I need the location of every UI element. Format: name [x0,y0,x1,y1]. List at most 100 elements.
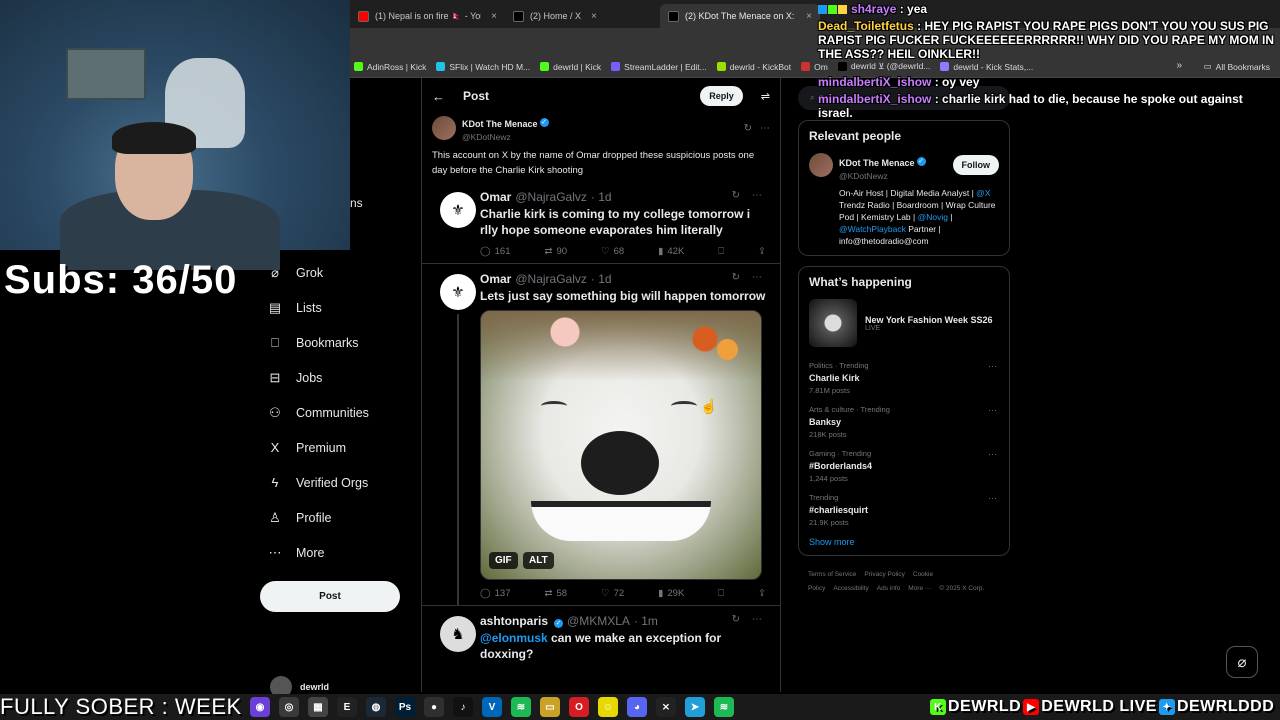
avatar[interactable]: ♞ [440,616,476,652]
trend-item[interactable]: Trending #charliesquirt 21.9K posts ··· [809,493,999,527]
chat-username[interactable]: mindalbertiX_ishow [818,92,931,106]
obs-icon[interactable]: ● [424,697,444,717]
footer-link[interactable]: © 2025 X Corp. [939,585,984,592]
reply-action[interactable]: ◯ 137 [480,588,511,599]
footer-link[interactable]: Privacy Policy [864,571,904,578]
avatar[interactable]: ⚜ [440,274,476,310]
tiktok-icon[interactable]: ♪ [453,697,473,717]
bookmark-item[interactable]: SFlix | Watch HD M... [436,62,530,72]
close-icon[interactable]: × [806,11,812,22]
nav-item-premium[interactable]: X Premium [260,430,420,465]
bookmark-item[interactable]: AdinRoss | Kick [354,62,426,72]
views-action[interactable]: ▮ 42K [658,246,684,257]
more-options-icon[interactable]: ··· [988,405,997,415]
close-icon[interactable]: × [491,11,497,22]
alt-badge[interactable]: ALT [523,552,554,569]
nav-item-more[interactable]: ⋯ More [260,535,420,570]
post-time[interactable]: · 1m [634,614,658,628]
telegram-icon[interactable]: ➤ [685,697,705,717]
trend-item[interactable]: Arts & culture · Trending Banksy 218K post… [809,405,999,439]
author-handle[interactable]: @MKMXLA [567,614,630,628]
like-action[interactable]: ♡ 68 [601,246,624,257]
chat-username[interactable]: sh4raye [851,2,896,16]
post-time[interactable]: · 1d [591,190,612,204]
nav-item-grok[interactable]: ⌀ Grok [260,255,420,290]
browser-tab[interactable]: (2) KDot The Menace on X: "Th × [660,4,820,28]
more-options-icon[interactable]: ··· [988,449,997,459]
close-icon[interactable]: × [591,11,597,22]
quoted-post[interactable]: ⚜ ↻ ⋯ Omar @NajraGalvz · 1d Lets just say… [422,263,780,605]
store-icon[interactable]: ▦ [308,697,328,717]
bookmark-item[interactable]: dewrld - KickBot [716,62,791,72]
quoted-post[interactable]: ⚜ ↻ ⋯ Omar @NajraGalvz · 1d Charlie kirk … [422,182,780,263]
trend-item[interactable]: Politics · Trending Charlie Kirk 7.81M pos… [809,361,999,395]
person-name[interactable]: KDot The Menace [839,158,915,168]
nav-item-bookmarks[interactable]: ⎕ Bookmarks [260,325,420,360]
avatar[interactable] [809,153,833,177]
bookmark-item[interactable]: dewrld | Kick [540,62,601,72]
reply-action[interactable]: ◯ 161 [480,246,511,257]
grok-icon[interactable]: ↻ [732,614,740,625]
show-more-link[interactable]: Show more [809,537,999,547]
reply-post[interactable]: ♞ ↻ ⋯ ashtonparis ✓ @MKMXLA · 1m @elonmus… [422,605,780,668]
share-action[interactable]: ⇪ [758,588,766,599]
post-time[interactable]: · 1d [591,272,612,286]
avatar[interactable]: ⚜ [440,192,476,228]
nav-item-jobs[interactable]: ⊟ Jobs [260,360,420,395]
snapchat-icon[interactable]: ☺ [598,697,618,717]
like-action[interactable]: ♡ 72 [601,588,624,599]
opera-icon[interactable]: O [569,697,589,717]
grok-icon[interactable]: ↻ [732,272,740,283]
reply-button[interactable]: Reply [700,86,743,106]
bio-mention-link[interactable]: @Novig [918,212,948,222]
nav-item-profile[interactable]: ♙ Profile [260,500,420,535]
avatar[interactable] [432,116,456,140]
bookmark-action[interactable]: ⎕ [718,588,724,599]
bio-mention-link[interactable]: @X [976,188,990,198]
bookmark-action[interactable]: ⎕ [718,246,724,257]
footer-link[interactable]: Terms of Service [808,571,856,578]
gif-badge[interactable]: GIF [489,552,518,569]
person-suggestion[interactable]: KDot The Menace ✓ @KDotNewz On-Air Host |… [809,153,999,247]
more-options-icon[interactable]: ⋯ [752,190,762,201]
firefox-icon[interactable]: ◉ [250,697,270,717]
mention-link[interactable]: @elonmusk [480,631,548,645]
vscode-icon[interactable]: V [482,697,502,717]
post-button[interactable]: Post [260,581,400,612]
author-name[interactable]: Omar [480,272,511,286]
chat-username[interactable]: Dead_Toiletfetus [818,19,914,33]
more-options-icon[interactable]: ⋯ [752,614,762,625]
chat-username[interactable]: mindalbertiX_ishow [818,75,931,89]
steam-icon[interactable]: ◍ [366,697,386,717]
explorer-icon[interactable]: ▭ [540,697,560,717]
share-action[interactable]: ⇪ [758,246,766,257]
repost-action[interactable]: ⇄ 58 [545,588,568,599]
repost-action[interactable]: ⇄ 90 [545,246,568,257]
views-action[interactable]: ▮ 29K [658,588,684,599]
author-handle[interactable]: @NajraGalvz [515,272,587,286]
author-handle[interactable]: @KDotNewz [462,132,549,142]
author-name[interactable]: Omar [480,190,511,204]
browser-tab[interactable]: (1) Nepal is on fire 🇳🇵 - YouTube × [350,4,505,28]
footer-link[interactable]: Ads info [877,585,901,592]
back-arrow-icon[interactable]: ← [432,89,445,104]
chrome-icon[interactable]: ◎ [279,697,299,717]
spotify-icon[interactable]: ≋ [511,697,531,717]
footer-link[interactable]: More ··· [908,585,931,592]
nav-item-communities[interactable]: ⚇ Communities [260,395,420,430]
follow-button[interactable]: Follow [952,155,999,175]
bio-mention-link[interactable]: @WatchPlayback [839,224,906,234]
author-name[interactable]: KDot The Menace [462,119,538,129]
more-options-icon[interactable]: ⋯ [752,272,762,283]
bookmark-item[interactable]: StreamLadder | Edit... [611,62,707,72]
gif-media[interactable]: GIF ALT [480,310,762,580]
grok-icon[interactable]: ↻ [732,190,740,201]
nav-item-verified-orgs[interactable]: ϟ Verified Orgs [260,465,420,500]
author-handle[interactable]: @NajraGalvz [515,190,587,204]
spotify2-icon[interactable]: ≋ [714,697,734,717]
browser-tab[interactable]: (2) Home / X × [505,4,660,28]
photoshop-icon[interactable]: Ps [395,697,415,717]
author-name[interactable]: ashtonparis [480,614,548,628]
footer-link[interactable]: Accessibility [833,585,868,592]
capcut-icon[interactable]: ⨯ [656,697,676,717]
